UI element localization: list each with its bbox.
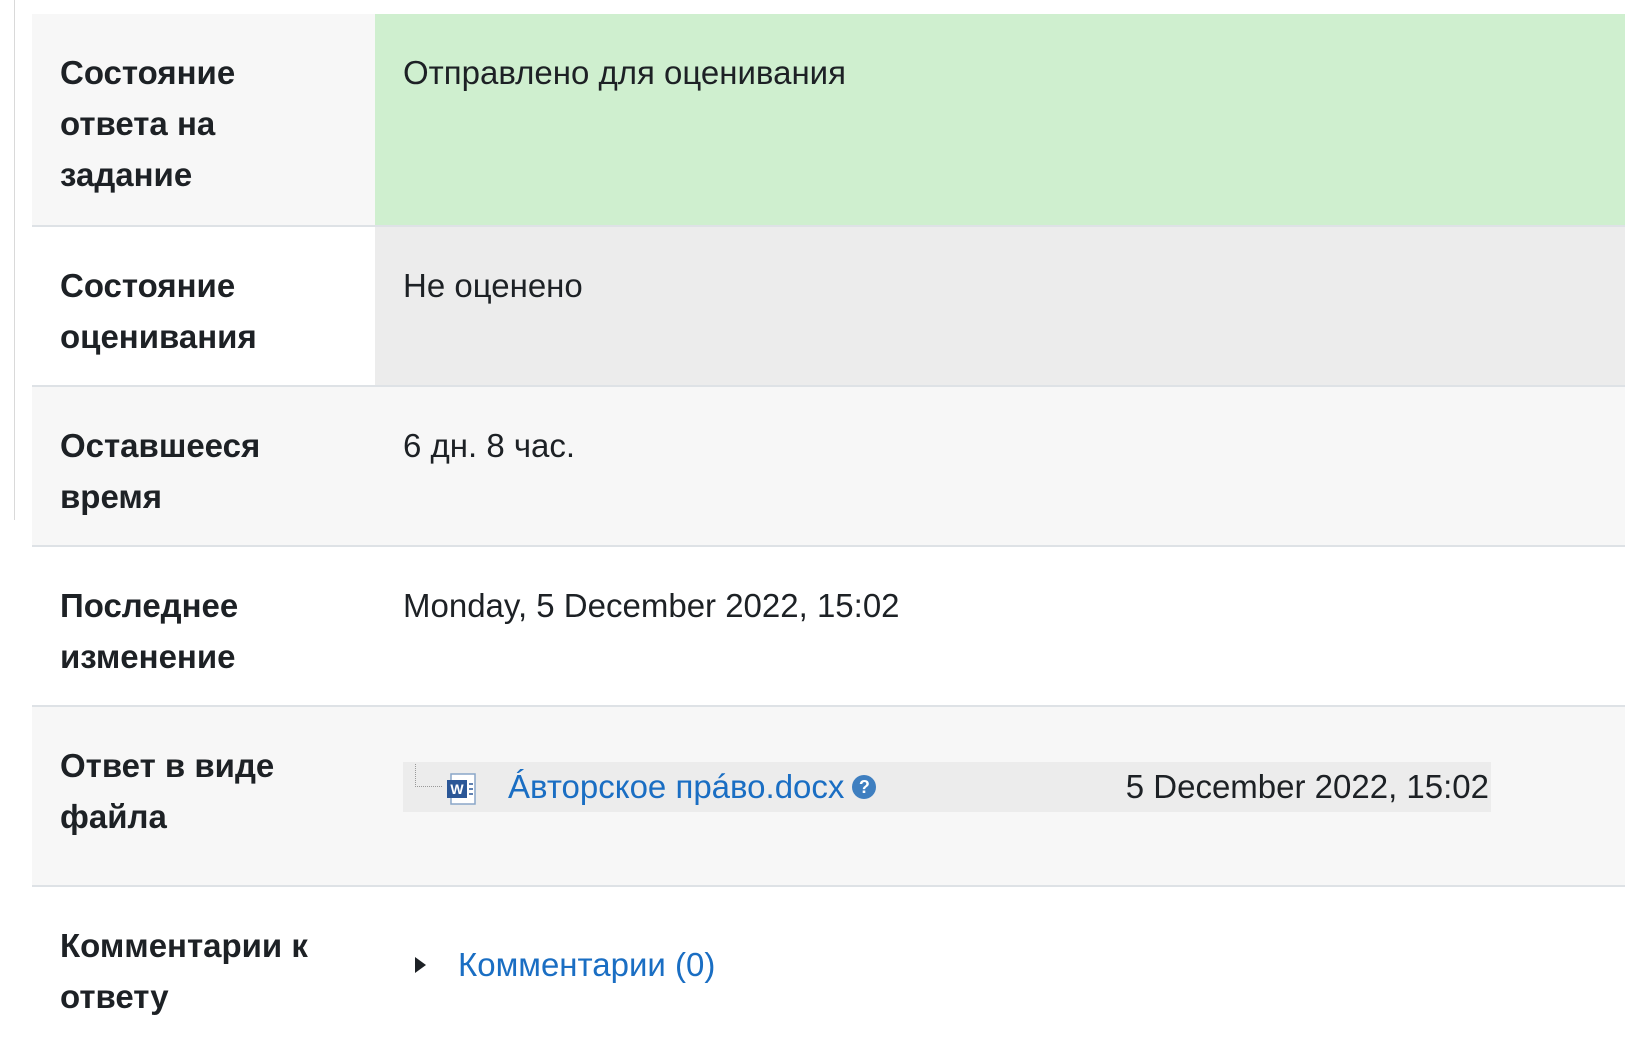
submission-status-label: Состояние ответа на задание [32, 14, 375, 226]
label-line: Последнее [60, 587, 239, 624]
label-line: Оставшееся [60, 427, 261, 464]
row-time-remaining: Оставшееся время 6 дн. 8 час. [32, 386, 1625, 546]
label-line: Состояние [60, 54, 236, 91]
label-line: задание [60, 156, 193, 193]
left-divider [14, 0, 15, 520]
svg-text:W: W [450, 781, 464, 797]
label-line: ответу [60, 978, 169, 1015]
label-line: Комментарии к [60, 927, 308, 964]
help-icon[interactable]: ? [852, 775, 877, 800]
label-line: файла [60, 798, 167, 835]
row-submission-comments: Комментарии к ответу Комментарии (0) [32, 886, 1625, 1045]
last-modified-label: Последнее изменение [32, 546, 375, 706]
label-line: Состояние [60, 267, 236, 304]
triangle-right-icon[interactable] [415, 957, 426, 973]
file-name[interactable]: Áвторское прáво.docx [508, 768, 844, 805]
word-document-icon: W [447, 773, 476, 805]
label-line: оценивания [60, 318, 257, 355]
label-line: Ответ в виде [60, 747, 275, 784]
row-file-submission: Ответ в виде файла W Áвторское прáво.doc… [32, 706, 1625, 886]
file-tree-item: W Áвторское прáво.docx? 5 December 2022,… [403, 762, 1491, 812]
submission-status-value: Отправлено для оценивания [375, 14, 1625, 226]
tree-connector [415, 764, 442, 787]
row-submission-status: Состояние ответа на задание Отправлено д… [32, 14, 1625, 226]
time-remaining-value: 6 дн. 8 час. [403, 427, 576, 464]
row-grading-status: Состояние оценивания Не оценено [32, 226, 1625, 386]
label-line: изменение [60, 638, 236, 675]
file-date: 5 December 2022, 15:02 [1125, 768, 1489, 805]
grading-status-value: Не оценено [375, 226, 1625, 386]
label-line: ответа на [60, 105, 216, 142]
file-download-link[interactable]: Áвторское прáво.docx? [508, 762, 877, 812]
submission-comments-label: Комментарии к ответу [32, 886, 375, 1045]
submission-comments-value: Комментарии (0) [375, 886, 1625, 1045]
label-line: время [60, 478, 163, 515]
file-submission-value: W Áвторское прáво.docx? 5 December 2022,… [375, 706, 1625, 886]
last-modified-value: Monday, 5 December 2022, 15:02 [403, 587, 900, 624]
row-last-modified: Последнее изменение Monday, 5 December 2… [32, 546, 1625, 706]
grading-status-label: Состояние оценивания [32, 226, 375, 386]
assignment-status-page: Состояние ответа на задание Отправлено д… [0, 0, 1625, 1045]
submission-status-table: Состояние ответа на задание Отправлено д… [32, 14, 1625, 1045]
comments-toggle[interactable]: Комментарии (0) [403, 940, 1597, 990]
file-submission-label: Ответ в виде файла [32, 706, 375, 886]
comments-link[interactable]: Комментарии (0) [458, 940, 715, 990]
time-remaining-label: Оставшееся время [32, 386, 375, 546]
